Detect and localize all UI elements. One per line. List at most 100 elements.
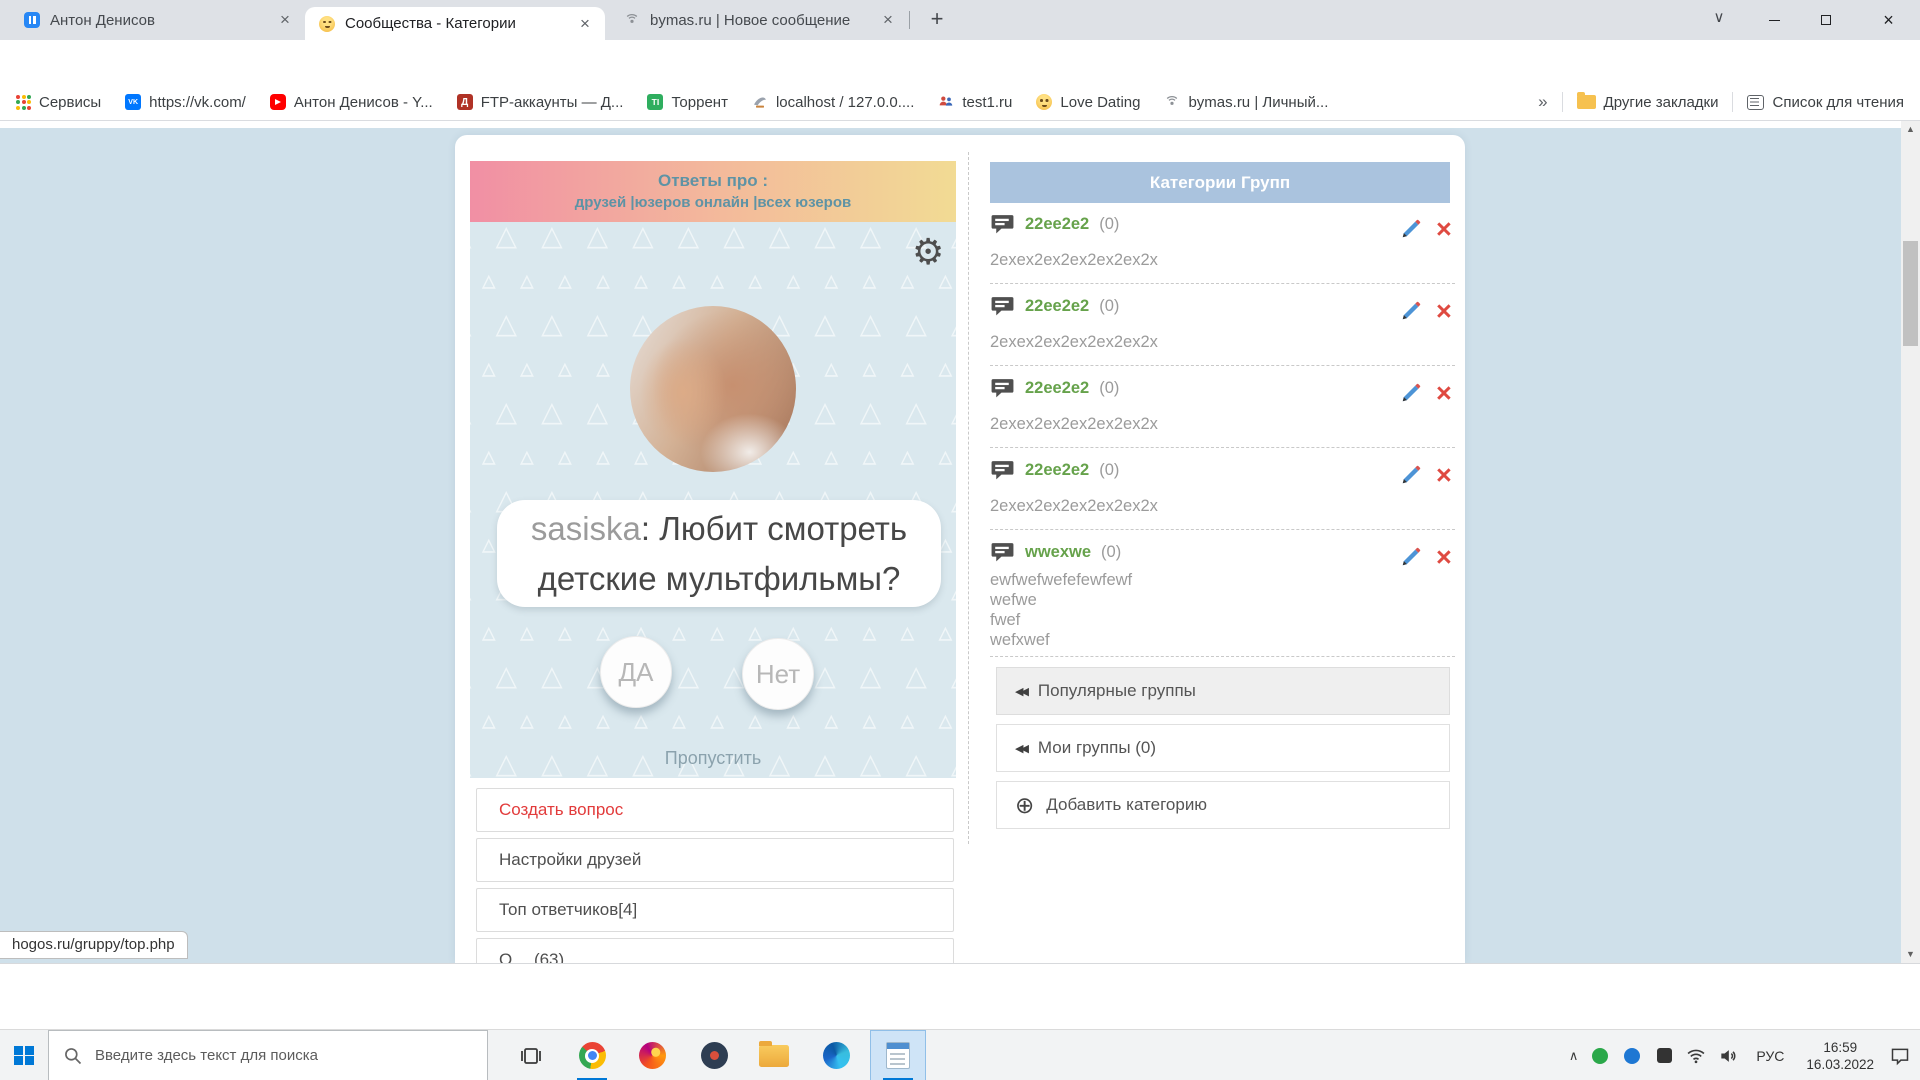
category-description: 2exex2ex2ex2ex2ex2x xyxy=(990,414,1450,434)
network-icon[interactable] xyxy=(1686,1046,1706,1066)
category-item[interactable]: 22ee2e2 (0) 2exex2ex2ex2ex2ex2x xyxy=(990,294,1450,352)
tab-title: Антон Денисов xyxy=(50,12,265,29)
my-groups-button[interactable]: ◀◀ Мои группы (0) xyxy=(996,724,1450,772)
gear-icon[interactable]: ⚙ xyxy=(912,234,944,270)
delete-x-icon[interactable]: × xyxy=(1436,464,1452,486)
bookmark-services[interactable]: Сервисы xyxy=(16,94,101,111)
question-header-links[interactable]: друзей |юзеров онлайн |всех юзеров xyxy=(470,194,956,211)
bookmarks-overflow-icon[interactable]: » xyxy=(1538,92,1547,112)
answer-no-button[interactable]: Нет xyxy=(742,638,814,710)
answer-yes-button[interactable]: ДА xyxy=(600,636,672,708)
close-icon[interactable]: × xyxy=(878,10,898,30)
tab-bymas-message[interactable]: bymas.ru | Новое сообщение × xyxy=(610,0,908,40)
category-name[interactable]: 22ee2e2 xyxy=(1025,461,1089,480)
tray-expand-icon[interactable]: ∧ xyxy=(1569,1048,1579,1064)
bookmark-vk[interactable]: VK https://vk.com/ xyxy=(125,94,246,111)
bookmark-label: Торрент xyxy=(671,94,728,111)
delete-x-icon[interactable]: × xyxy=(1436,218,1452,240)
task-view-button[interactable] xyxy=(503,1030,559,1080)
plus-circle-icon: ⊕ xyxy=(1015,794,1034,817)
window-minimize-button[interactable] xyxy=(1749,0,1800,40)
browser-toolbar: ← → ⌂ Не защищено hogos.ru/gruppy/ ☆ xyxy=(0,40,1920,84)
edit-pencil-icon[interactable] xyxy=(1400,382,1422,404)
menu-friends-settings[interactable]: Настройки друзей xyxy=(476,838,954,882)
other-bookmarks-button[interactable]: Другие закладки xyxy=(1577,94,1719,111)
bookmark-label: bymas.ru | Личный... xyxy=(1188,94,1328,111)
new-tab-button[interactable]: + xyxy=(922,6,952,34)
comment-bubble-icon xyxy=(990,458,1015,483)
volume-icon[interactable] xyxy=(1718,1046,1738,1066)
close-icon[interactable]: × xyxy=(275,10,295,30)
taskbar-firefox-icon[interactable] xyxy=(624,1030,680,1080)
category-item[interactable]: 22ee2e2 (0) 2exex2ex2ex2ex2ex2x xyxy=(990,376,1450,434)
tab-search-chevron-icon[interactable]: ∨ xyxy=(1706,8,1732,26)
bookmark-bymas-personal[interactable]: bymas.ru | Личный... xyxy=(1164,94,1328,111)
category-item-actions: × xyxy=(1400,300,1452,322)
category-item-actions: × xyxy=(1400,382,1452,404)
scroll-down-icon[interactable]: ▼ xyxy=(1901,946,1920,963)
edit-pencil-icon[interactable] xyxy=(1400,218,1422,240)
taskbar: ∧ РУС 16:59 16.03.2022 xyxy=(0,1029,1920,1080)
window-maximize-button[interactable] xyxy=(1800,0,1851,40)
edit-pencil-icon[interactable] xyxy=(1400,464,1422,486)
window-close-button[interactable]: × xyxy=(1863,0,1914,40)
search-input[interactable] xyxy=(95,1047,455,1064)
category-name[interactable]: 22ee2e2 xyxy=(1025,379,1089,398)
category-item[interactable]: 22ee2e2 (0) 2exex2ex2ex2ex2ex2x xyxy=(990,212,1450,270)
double-arrow-icon: ◀◀ xyxy=(1015,685,1026,698)
popular-groups-button[interactable]: ◀◀ Популярные группы xyxy=(996,667,1450,715)
reading-list-button[interactable]: Список для чтения xyxy=(1747,94,1904,111)
page-scrollbar[interactable]: ▲ ▼ xyxy=(1901,121,1920,963)
category-name[interactable]: 22ee2e2 xyxy=(1025,297,1089,316)
start-button[interactable] xyxy=(0,1030,48,1080)
menu-create-question[interactable]: Создать вопрос xyxy=(476,788,954,832)
bookmark-youtube-channel[interactable]: Антон Денисов - Y... xyxy=(270,94,433,111)
category-description: 2exex2ex2ex2ex2ex2x xyxy=(990,332,1450,352)
category-count: (0) xyxy=(1099,461,1119,480)
bookmark-love-dating[interactable]: Love Dating xyxy=(1036,94,1140,111)
tab-communities-categories[interactable]: Сообщества - Категории × xyxy=(305,7,605,40)
category-item[interactable]: 22ee2e2 (0) 2exex2ex2ex2ex2ex2x xyxy=(990,458,1450,516)
category-name[interactable]: wwexwe xyxy=(1025,543,1091,562)
edit-pencil-icon[interactable] xyxy=(1400,300,1422,322)
taskbar-explorer-icon[interactable] xyxy=(746,1030,802,1080)
scrollbar-thumb[interactable] xyxy=(1903,241,1918,346)
scroll-up-icon[interactable]: ▲ xyxy=(1901,121,1920,138)
taskbar-app-icon[interactable] xyxy=(686,1030,742,1080)
taskbar-edge-icon[interactable] xyxy=(808,1030,864,1080)
clock-date: 16.03.2022 xyxy=(1806,1056,1874,1073)
menu-top-responders[interactable]: Топ ответчиков[4] xyxy=(476,888,954,932)
comment-bubble-icon xyxy=(990,540,1015,565)
keyboard-language[interactable]: РУС xyxy=(1750,1048,1790,1064)
screen: Антон Денисов × Сообщества - Категории ×… xyxy=(0,0,1920,1080)
taskbar-chrome-icon[interactable] xyxy=(564,1030,620,1080)
category-item[interactable]: wwexwe (0) ewfwefwefefewfewf wefwe fwef … xyxy=(990,540,1450,650)
delete-x-icon[interactable]: × xyxy=(1436,546,1452,568)
add-category-button[interactable]: ⊕ Добавить категорию xyxy=(996,781,1450,829)
popular-groups-label: Популярные группы xyxy=(1038,681,1196,701)
bookmark-test1[interactable]: test1.ru xyxy=(938,94,1012,111)
bookmark-label: test1.ru xyxy=(962,94,1012,111)
tab-anton-denisov[interactable]: Антон Денисов × xyxy=(10,0,305,40)
tray-dark-icon[interactable] xyxy=(1654,1046,1674,1066)
taskbar-search[interactable] xyxy=(48,1030,488,1080)
bookmark-ftp-accounts[interactable]: Д FTP-аккаунты — Д... xyxy=(457,94,624,111)
taskbar-document-app-icon[interactable] xyxy=(870,1030,926,1080)
edit-pencil-icon[interactable] xyxy=(1400,546,1422,568)
action-center-icon[interactable] xyxy=(1890,1046,1910,1066)
delete-x-icon[interactable]: × xyxy=(1436,382,1452,404)
category-name[interactable]: 22ee2e2 xyxy=(1025,215,1089,234)
taskbar-clock[interactable]: 16:59 16.03.2022 xyxy=(1802,1039,1878,1073)
tray-blue-icon[interactable] xyxy=(1622,1046,1642,1066)
question-author[interactable]: sasiska xyxy=(531,510,641,547)
bookmark-torrent[interactable]: TI Торрент xyxy=(647,94,728,111)
skip-link[interactable]: Пропустить xyxy=(470,748,956,769)
question-widget-header: Ответы про : друзей |юзеров онлайн |всех… xyxy=(470,161,956,222)
category-description: 2exex2ex2ex2ex2ex2x xyxy=(990,496,1450,516)
delete-x-icon[interactable]: × xyxy=(1436,300,1452,322)
category-count: (0) xyxy=(1101,543,1121,562)
close-icon[interactable]: × xyxy=(575,14,595,34)
search-icon xyxy=(63,1046,83,1066)
bookmark-localhost[interactable]: localhost / 127.0.0.... xyxy=(752,94,914,111)
tray-green-icon[interactable] xyxy=(1590,1046,1610,1066)
